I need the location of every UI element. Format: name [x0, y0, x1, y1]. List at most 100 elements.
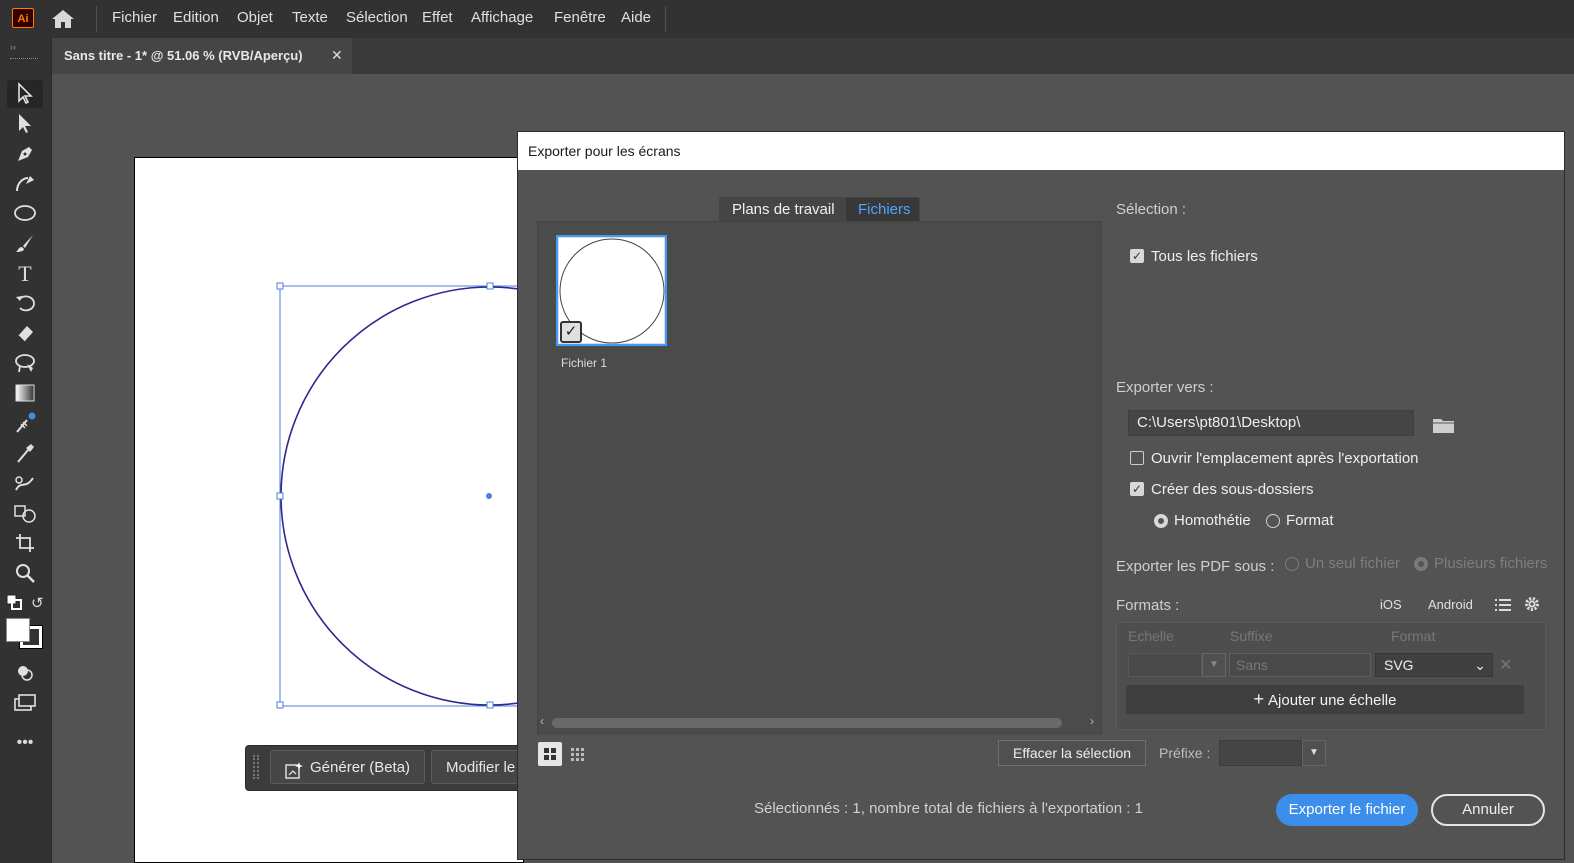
menu-selection[interactable]: Sélection: [346, 9, 408, 26]
horizontal-scrollbar[interactable]: [552, 718, 1062, 728]
dialog-title: Exporter pour les écrans: [528, 143, 681, 159]
brush-tool-icon[interactable]: [12, 232, 38, 256]
prefix-input[interactable]: [1219, 740, 1302, 766]
menu-divider: [665, 6, 666, 32]
suffix-input[interactable]: Sans: [1229, 653, 1371, 677]
panel-collapse-icon[interactable]: ››: [10, 42, 16, 52]
add-scale-button[interactable]: + Ajouter une échelle: [1126, 685, 1524, 714]
more-tools-icon[interactable]: •••: [12, 731, 38, 755]
gear-icon[interactable]: [1523, 595, 1541, 616]
formats-label: Formats :: [1116, 597, 1180, 614]
panel-grip: [10, 58, 38, 62]
create-subfolders-checkbox[interactable]: ✓: [1130, 482, 1144, 496]
shape-builder-tool-icon[interactable]: [12, 502, 38, 526]
all-files-label: Tous les fichiers: [1151, 248, 1258, 265]
scroll-right-icon[interactable]: ›: [1090, 714, 1094, 728]
radio-scale[interactable]: [1154, 514, 1168, 528]
menu-texte[interactable]: Texte: [292, 9, 328, 26]
export-file-button[interactable]: Exporter le fichier: [1276, 794, 1418, 826]
menu-aide[interactable]: Aide: [621, 9, 651, 26]
create-subfolders-label: Créer des sous-dossiers: [1151, 481, 1314, 498]
menu-effet[interactable]: Effet: [422, 9, 453, 26]
artboard-tool-icon[interactable]: [12, 532, 38, 556]
remove-format-icon[interactable]: ✕: [1499, 655, 1512, 675]
radio-scale-label: Homothétie: [1174, 512, 1251, 529]
radio-pdf-multiple-label: Plusieurs fichiers: [1434, 555, 1548, 572]
pen-tool-icon[interactable]: [12, 142, 38, 166]
tab-files[interactable]: Fichiers: [858, 201, 911, 218]
menu-divider: [96, 6, 97, 32]
list-icon[interactable]: [1494, 596, 1512, 617]
add-scale-label: Ajouter une échelle: [1268, 692, 1397, 709]
scale-input[interactable]: [1128, 653, 1202, 677]
radio-pdf-single[interactable]: [1285, 557, 1299, 571]
thumbnail-label: Fichier 1: [561, 356, 608, 370]
android-preset[interactable]: Android: [1428, 597, 1473, 612]
ios-preset[interactable]: iOS: [1380, 597, 1402, 612]
direct-selection-tool-icon[interactable]: [12, 112, 38, 136]
eraser-tool-icon[interactable]: [12, 322, 38, 346]
format-select-value: SVG: [1384, 657, 1414, 673]
menu-edition[interactable]: Edition: [173, 9, 219, 26]
lasso-tool-icon[interactable]: [12, 352, 38, 376]
export-to-label: Exporter vers :: [1116, 379, 1214, 396]
radio-pdf-single-label: Un seul fichier: [1305, 555, 1401, 572]
generate-button[interactable]: Générer (Beta): [270, 750, 425, 784]
drag-handle[interactable]: [253, 755, 259, 779]
document-tab-title: Sans titre - 1* @ 51.06 % (RVB/Aperçu): [64, 48, 303, 63]
export-path-input[interactable]: C:\Users\pt801\Desktop\: [1128, 410, 1414, 436]
zoom-tool-icon[interactable]: [12, 562, 38, 586]
selection-label: Sélection :: [1116, 201, 1187, 218]
tab-artboards[interactable]: Plans de travail: [732, 201, 835, 218]
format-select[interactable]: SVG ⌄: [1375, 653, 1493, 677]
type-tool-icon[interactable]: T: [12, 262, 38, 286]
col-format-header: Format: [1391, 628, 1436, 644]
open-location-checkbox[interactable]: [1130, 451, 1144, 465]
menu-fenetre[interactable]: Fenêtre: [554, 9, 606, 26]
ellipse-tool-icon[interactable]: [12, 202, 38, 226]
fill-color-swatch[interactable]: [6, 618, 30, 642]
open-location-label: Ouvrir l'emplacement après l'exportation: [1151, 450, 1419, 467]
default-colors-icon[interactable]: [6, 594, 22, 613]
curvature-tool-icon[interactable]: [12, 172, 38, 196]
radio-pdf-multiple[interactable]: [1414, 557, 1428, 571]
prefix-label: Préfixe :: [1159, 745, 1211, 761]
gradient-tool-icon[interactable]: [12, 382, 38, 406]
generate-label: Générer (Beta): [310, 759, 411, 776]
cancel-button[interactable]: Annuler: [1431, 794, 1545, 826]
prefix-dropdown[interactable]: ▼: [1302, 740, 1326, 766]
col-suffix-header: Suffixe: [1230, 628, 1273, 644]
blend-tool-icon[interactable]: [12, 472, 38, 496]
close-icon[interactable]: ✕: [331, 47, 343, 64]
list-view-icon[interactable]: [567, 742, 591, 766]
eyedropper-tool-icon[interactable]: [12, 442, 38, 466]
scale-dropdown[interactable]: ▼: [1202, 653, 1226, 677]
screen-mode-icon[interactable]: [12, 692, 38, 716]
folder-icon[interactable]: [1432, 416, 1456, 437]
home-icon[interactable]: [50, 8, 76, 33]
selected-circle[interactable]: [270, 278, 520, 718]
menu-affichage[interactable]: Affichage: [471, 9, 533, 26]
menu-fichier[interactable]: Fichier: [112, 9, 157, 26]
mesh-tool-icon[interactable]: [12, 412, 38, 436]
clear-selection-button[interactable]: Effacer la sélection: [998, 740, 1146, 766]
generate-icon: [285, 759, 303, 793]
rotate-tool-icon[interactable]: [12, 292, 38, 316]
modify-button[interactable]: Modifier le: [431, 750, 523, 784]
thumbnail-checkbox[interactable]: ✓: [560, 321, 582, 343]
swap-colors-icon[interactable]: ↺: [31, 594, 44, 612]
radio-format-label: Format: [1286, 512, 1334, 529]
radio-format[interactable]: [1266, 514, 1280, 528]
grid-view-icon[interactable]: [538, 742, 562, 766]
menu-objet[interactable]: Objet: [237, 9, 273, 26]
scroll-left-icon[interactable]: ‹: [540, 714, 544, 728]
export-status: Sélectionnés : 1, nombre total de fichie…: [754, 800, 1143, 817]
all-files-checkbox[interactable]: ✓: [1130, 249, 1144, 263]
draw-mode-icon[interactable]: [12, 662, 38, 686]
col-scale-header: Echelle: [1128, 628, 1174, 644]
app-logo: Ai: [12, 8, 34, 28]
pdf-export-label: Exporter les PDF sous :: [1116, 558, 1275, 575]
chevron-down-icon: ⌄: [1474, 657, 1486, 673]
plus-icon: +: [1253, 689, 1265, 709]
selection-tool-icon[interactable]: [12, 82, 38, 106]
